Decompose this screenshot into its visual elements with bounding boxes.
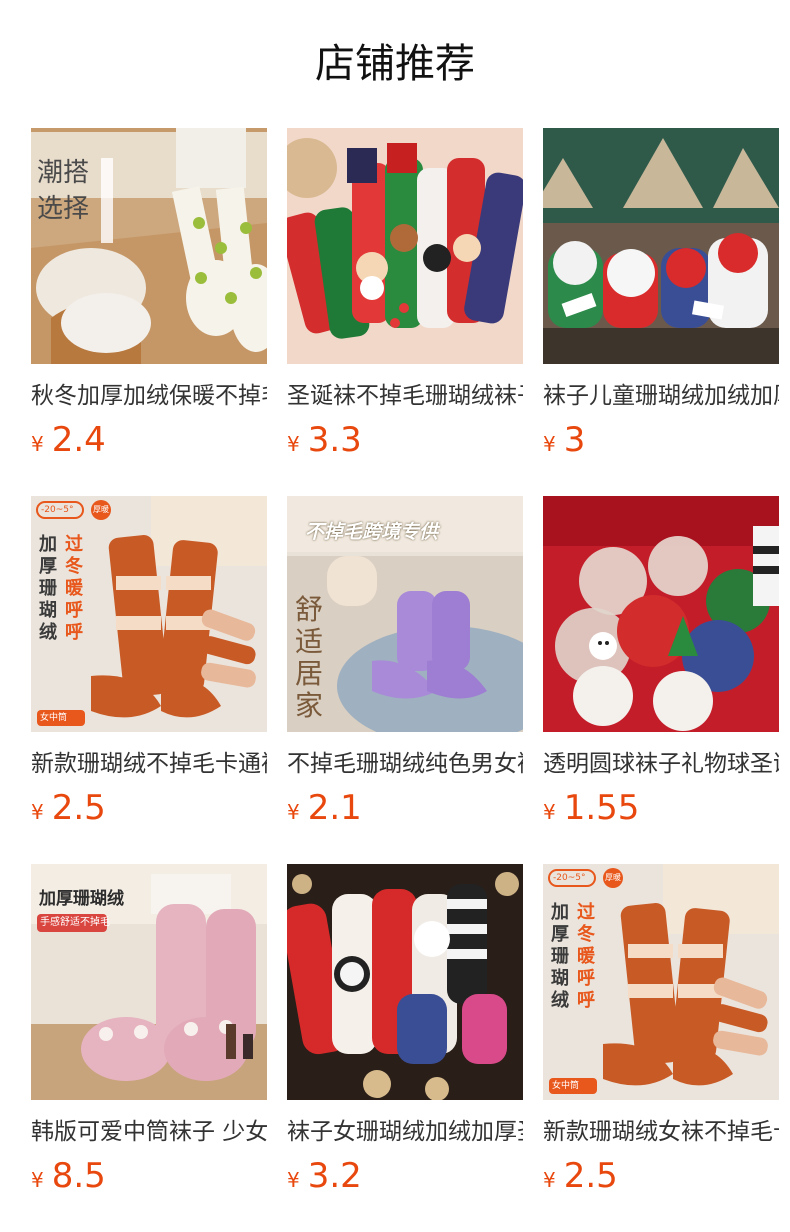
image-text: 不掉毛跨境专供: [305, 521, 439, 543]
image-text: 加厚珊瑚绒: [39, 889, 124, 909]
price-value: 2.1: [307, 788, 362, 828]
image-text: 女中筒: [552, 1081, 580, 1091]
product-name[interactable]: 不掉毛珊瑚绒纯色男女袜子: [287, 748, 523, 780]
product-image[interactable]: 潮搭 选择: [31, 128, 267, 364]
product-price: ¥2.5: [31, 786, 267, 830]
product-card[interactable]: 不掉毛跨境专供 舒适居家 不掉毛珊瑚绒纯色男女袜子 ¥2.1: [287, 496, 523, 830]
image-text: 加厚珊瑚绒: [551, 902, 569, 1011]
image-text: 过冬暖呼呼: [577, 902, 595, 1011]
product-image[interactable]: 不掉毛跨境专供 舒适居家: [287, 496, 523, 732]
product-name[interactable]: 透明圆球袜子礼物球圣诞: [543, 748, 779, 780]
product-name[interactable]: 圣诞袜不掉毛珊瑚绒袜子: [287, 380, 523, 412]
product-image[interactable]: -20~5° 厚暖 加厚珊瑚绒 过冬暖呼呼 女中筒: [543, 864, 779, 1100]
currency-symbol: ¥: [31, 432, 44, 456]
product-name[interactable]: 新款珊瑚绒女袜不掉毛卡通: [543, 1116, 779, 1148]
currency-symbol: ¥: [287, 1168, 300, 1192]
product-price: ¥3.3: [287, 418, 523, 462]
product-card[interactable]: 潮搭 选择 秋冬加厚加绒保暖不掉毛珊瑚绒袜子 ¥2.4: [31, 128, 267, 462]
product-grid: 潮搭 选择 秋冬加厚加绒保暖不掉毛珊瑚绒袜子 ¥2.4: [31, 128, 779, 1208]
currency-symbol: ¥: [543, 800, 556, 824]
product-price: ¥8.5: [31, 1154, 267, 1198]
currency-symbol: ¥: [287, 432, 300, 456]
product-name[interactable]: 袜子儿童珊瑚绒加绒加厚: [543, 380, 779, 412]
product-image[interactable]: [287, 128, 523, 364]
product-image[interactable]: -20~5° 厚暖 加厚珊瑚绒 过冬暖呼呼 女中筒: [31, 496, 267, 732]
product-name[interactable]: 韩版可爱中筒袜子 少女心: [31, 1116, 267, 1148]
product-card[interactable]: 圣诞袜不掉毛珊瑚绒袜子 ¥3.3: [287, 128, 523, 462]
product-card[interactable]: 袜子儿童珊瑚绒加绒加厚 ¥3: [543, 128, 779, 462]
image-text: 女中筒: [40, 713, 68, 723]
price-value: 2.5: [563, 1156, 618, 1196]
image-text: -20~5°: [41, 505, 74, 515]
price-value: 2.4: [51, 420, 106, 460]
product-image[interactable]: 加厚珊瑚绒 手感舒适不掉毛: [31, 864, 267, 1100]
section-title: 店铺推荐: [315, 41, 475, 87]
currency-symbol: ¥: [31, 1168, 44, 1192]
image-text: -20~5°: [553, 873, 586, 883]
image-text: 厚暖: [605, 873, 621, 882]
product-price: ¥1.55: [543, 786, 779, 830]
product-price: ¥3: [543, 418, 779, 462]
price-value: 3: [563, 420, 586, 460]
image-text: 潮搭: [37, 158, 90, 188]
image-text: 加厚珊瑚绒: [39, 534, 57, 643]
price-value: 3.2: [307, 1156, 362, 1196]
image-text: 过冬暖呼呼: [65, 534, 83, 643]
product-price: ¥2.5: [543, 1154, 779, 1198]
product-image[interactable]: [543, 496, 779, 732]
image-text: 舒适居家: [295, 593, 324, 722]
image-text: 选择: [37, 194, 90, 224]
product-card[interactable]: 袜子女珊瑚绒加绒加厚圣诞 ¥3.2: [287, 864, 523, 1198]
price-value: 1.55: [563, 788, 640, 828]
product-card[interactable]: 透明圆球袜子礼物球圣诞 ¥1.55: [543, 496, 779, 830]
product-name[interactable]: 新款珊瑚绒不掉毛卡通袜子: [31, 748, 267, 780]
price-value: 8.5: [51, 1156, 106, 1196]
product-price: ¥3.2: [287, 1154, 523, 1198]
image-text: 厚暖: [93, 505, 109, 514]
currency-symbol: ¥: [31, 800, 44, 824]
product-price: ¥2.4: [31, 418, 267, 462]
price-value: 3.3: [307, 420, 362, 460]
product-name[interactable]: 袜子女珊瑚绒加绒加厚圣诞: [287, 1116, 523, 1148]
product-card[interactable]: -20~5° 厚暖 加厚珊瑚绒 过冬暖呼呼 女中筒 新款珊瑚绒不掉毛卡通袜子 ¥…: [31, 496, 267, 830]
price-value: 2.5: [51, 788, 106, 828]
product-price: ¥2.1: [287, 786, 523, 830]
product-image[interactable]: [543, 128, 779, 364]
product-name[interactable]: 秋冬加厚加绒保暖不掉毛珊瑚绒袜子: [31, 380, 267, 412]
product-card[interactable]: -20~5° 厚暖 加厚珊瑚绒 过冬暖呼呼 女中筒 新款珊瑚绒女袜不掉毛卡通 ¥…: [543, 864, 779, 1198]
image-text: 手感舒适不掉毛: [40, 917, 110, 928]
currency-symbol: ¥: [543, 432, 556, 456]
currency-symbol: ¥: [543, 1168, 556, 1192]
product-card[interactable]: 加厚珊瑚绒 手感舒适不掉毛 韩版可爱中筒袜子 少女心 ¥8.5: [31, 864, 267, 1198]
product-image[interactable]: [287, 864, 523, 1100]
currency-symbol: ¥: [287, 800, 300, 824]
